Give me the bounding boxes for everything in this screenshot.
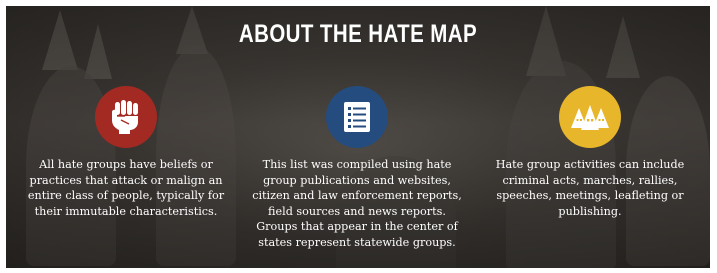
section-title: ABOUT THE HATE MAP xyxy=(238,20,478,48)
hoods-icon xyxy=(559,86,621,148)
info-text-hate-groups: All hate groups have beliefs or practice… xyxy=(27,158,225,218)
page: ABOUT THE HATE MAP All hate groups have … xyxy=(0,0,717,273)
info-text-activities: Hate group activities can include crimin… xyxy=(495,158,685,218)
about-panel: ABOUT THE HATE MAP All hate groups have … xyxy=(6,6,710,268)
list-document-icon xyxy=(326,86,388,148)
info-column-hate-groups: All hate groups have beliefs or practice… xyxy=(6,86,246,219)
raised-fist-icon xyxy=(95,86,157,148)
info-column-sources: This list was compiled using hate group … xyxy=(237,86,477,250)
info-column-activities: Hate group activities can include crimin… xyxy=(470,86,710,219)
info-text-sources: This list was compiled using hate group … xyxy=(252,158,462,249)
